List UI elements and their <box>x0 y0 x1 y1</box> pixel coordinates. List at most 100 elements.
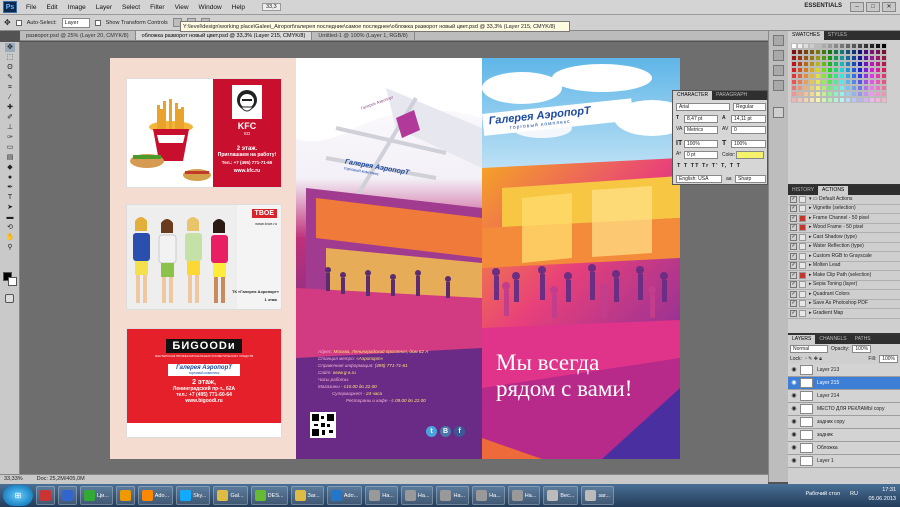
language-indicator[interactable]: RU <box>850 490 858 499</box>
action-item[interactable]: ✓ ▸ Wood Frame - 50 pixel <box>788 224 900 233</box>
taskbar-button[interactable]: На... <box>472 486 505 505</box>
zoom-tool-icon[interactable]: ⚲ <box>5 243 15 252</box>
blur-tool-icon[interactable]: ◆ <box>5 163 15 172</box>
zoom-level[interactable]: 33,3 <box>262 3 281 11</box>
taskbar-button[interactable] <box>58 486 77 505</box>
font-size-input[interactable]: 8,47 pt <box>684 115 718 123</box>
dialog-toggle-icon[interactable] <box>799 233 806 241</box>
action-item[interactable]: ✓ ▸ Make Clip Path (selection) <box>788 271 900 281</box>
taskbar-button[interactable]: Ado... <box>137 486 174 505</box>
action-checkbox[interactable]: ✓ <box>790 205 797 213</box>
action-item[interactable]: ✓ ▸ Save As Photoshop PDF <box>788 300 900 309</box>
menu-image[interactable]: Image <box>63 4 91 11</box>
layer-row[interactable]: ◉ МЕСТО ДЛЯ РЕКЛАМЫ copy <box>788 403 900 416</box>
action-checkbox[interactable]: ✓ <box>790 300 797 308</box>
menu-file[interactable]: File <box>21 4 41 11</box>
crop-tool-icon[interactable]: ⌗ <box>5 83 15 92</box>
taskbar-button[interactable]: На... <box>507 486 541 505</box>
visibility-eye-icon[interactable]: ◉ <box>790 403 798 415</box>
layer-row[interactable]: ◉ задник copy <box>788 416 900 429</box>
taskbar-button[interactable]: На... <box>400 486 434 505</box>
minimize-button[interactable]: – <box>850 2 864 12</box>
layer-row[interactable]: ◉ Layer 215 <box>788 377 900 390</box>
tab-history[interactable]: HISTORY <box>788 186 818 195</box>
visibility-eye-icon[interactable]: ◉ <box>790 390 798 402</box>
move-tool-icon[interactable]: ✥ <box>4 18 11 27</box>
close-button[interactable]: ✕ <box>882 2 896 12</box>
blend-mode-select[interactable]: Normal <box>790 345 828 353</box>
document-artwork[interactable]: KFC KFC SO 2 этаж. Приглашаем на работу!… <box>110 58 680 459</box>
tab-swatches[interactable]: SWATCHES <box>788 31 824 40</box>
font-family-select[interactable]: Arial <box>676 103 730 111</box>
auto-select-checkbox[interactable] <box>15 19 22 26</box>
eraser-tool-icon[interactable]: ▭ <box>5 143 15 152</box>
move-tool-icon[interactable]: ✥ <box>5 43 15 52</box>
taskbar-button[interactable]: заг... <box>581 486 614 505</box>
styles-icon[interactable] <box>773 50 784 61</box>
vkontakte-icon[interactable]: B <box>440 426 451 437</box>
taskbar-button[interactable]: Ци... <box>80 486 113 505</box>
action-item[interactable]: ✓ ▸ Gradient Map <box>788 309 900 319</box>
action-checkbox[interactable]: ✓ <box>790 214 797 222</box>
twitter-icon[interactable]: t <box>426 426 437 437</box>
show-desktop-label[interactable]: Рабочий стол <box>805 491 840 497</box>
lasso-tool-icon[interactable]: ʘ <box>5 63 15 72</box>
action-checkbox[interactable]: ✓ <box>790 262 797 270</box>
taskbar-button[interactable]: DES... <box>250 486 288 505</box>
clock-date[interactable]: 05.06.2013 <box>868 495 896 504</box>
dialog-toggle-icon[interactable] <box>799 252 806 260</box>
dialog-toggle-icon[interactable] <box>799 195 806 203</box>
dialog-toggle-icon[interactable] <box>799 309 806 317</box>
quick-select-tool-icon[interactable]: ✎ <box>5 73 15 82</box>
marquee-tool-icon[interactable]: ⬚ <box>5 53 15 62</box>
shape-tool-icon[interactable]: ▬ <box>5 213 15 222</box>
dialog-toggle-icon[interactable] <box>799 271 806 279</box>
eyedropper-tool-icon[interactable]: ⁄ <box>5 93 15 102</box>
baseline-input[interactable]: 0 pt <box>684 151 718 159</box>
visibility-eye-icon[interactable]: ◉ <box>790 364 798 376</box>
visibility-eye-icon[interactable]: ◉ <box>790 377 798 389</box>
taskbar-button[interactable]: Заг... <box>290 486 324 505</box>
taskbar-button[interactable]: Вес... <box>543 486 579 505</box>
action-item[interactable]: ✓ ▸ Custom RGB to Grayscale <box>788 252 900 262</box>
action-checkbox[interactable]: ✓ <box>790 195 797 203</box>
visibility-eye-icon[interactable]: ◉ <box>790 416 798 428</box>
action-checkbox[interactable]: ✓ <box>790 252 797 260</box>
background-color-swatch[interactable] <box>8 277 17 286</box>
taskbar-button[interactable] <box>36 486 55 505</box>
fill-input[interactable]: 100% <box>879 355 898 363</box>
tab-document[interactable]: Untitled-1 @ 100% (Layer 1, RGB/8) <box>312 31 415 40</box>
gradient-tool-icon[interactable]: ▤ <box>5 153 15 162</box>
tab-character[interactable]: CHARACTER <box>673 91 713 100</box>
maximize-button[interactable]: □ <box>866 2 880 12</box>
font-style-select[interactable]: Regular <box>733 103 766 111</box>
tab-actions[interactable]: ACTIONS <box>818 186 849 195</box>
action-checkbox[interactable]: ✓ <box>790 290 797 298</box>
quick-mask-icon[interactable] <box>5 294 14 303</box>
visibility-eye-icon[interactable]: ◉ <box>790 455 798 467</box>
visibility-eye-icon[interactable]: ◉ <box>790 442 798 454</box>
transform-controls-checkbox[interactable] <box>94 19 101 26</box>
taskbar-button[interactable]: На... <box>436 486 470 505</box>
horizontal-scale-input[interactable]: 100% <box>731 140 766 148</box>
type-tool-icon[interactable]: T <box>5 193 15 202</box>
action-checkbox[interactable]: ✓ <box>790 309 797 317</box>
adjustments-icon[interactable] <box>773 65 784 76</box>
pen-tool-icon[interactable]: ✒ <box>5 183 15 192</box>
healing-tool-icon[interactable]: ✚ <box>5 103 15 112</box>
path-select-tool-icon[interactable]: ➤ <box>5 203 15 212</box>
action-item[interactable]: ✓ ▸ Frame Channel - 50 pixel <box>788 214 900 224</box>
stamp-tool-icon[interactable]: ⊥ <box>5 123 15 132</box>
dialog-toggle-icon[interactable] <box>799 224 806 232</box>
dialog-toggle-icon[interactable] <box>799 300 806 308</box>
dialog-toggle-icon[interactable] <box>799 281 806 289</box>
vertical-scale-input[interactable]: 100% <box>684 140 718 148</box>
layer-row[interactable]: ◉ Layer 1 <box>788 455 900 468</box>
opacity-input[interactable]: 100% <box>852 345 872 353</box>
dialog-toggle-icon[interactable] <box>799 243 806 251</box>
action-item[interactable]: ✓ ▾ ▭ Default Actions <box>788 195 900 205</box>
taskbar-button[interactable] <box>115 486 135 505</box>
taskbar-button[interactable]: Sky... <box>176 486 211 505</box>
dialog-toggle-icon[interactable] <box>799 262 806 270</box>
tab-channels[interactable]: CHANNELS <box>815 335 850 344</box>
